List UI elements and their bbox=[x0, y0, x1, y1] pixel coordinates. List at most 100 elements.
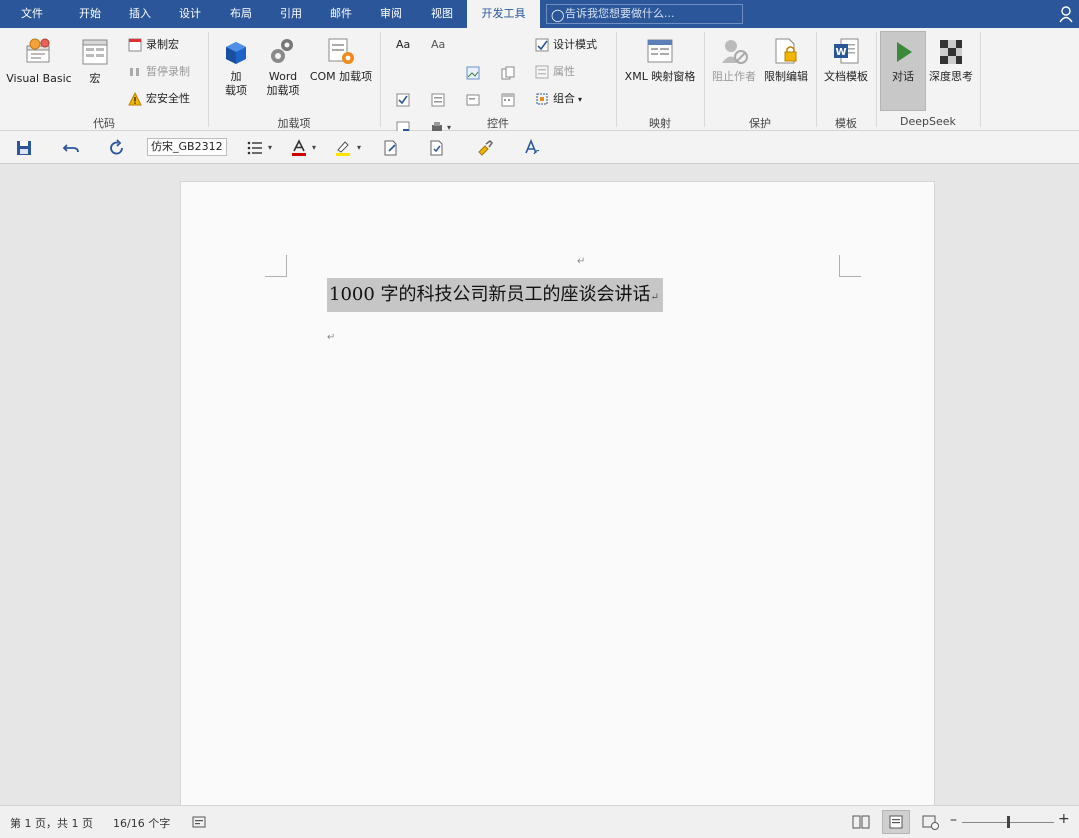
group-button[interactable]: 组合 ▾ bbox=[535, 90, 582, 108]
tell-me-placeholder: 告诉我您想要做什么... bbox=[565, 7, 675, 20]
tab-view[interactable]: 视图 bbox=[420, 0, 464, 28]
visual-basic-button[interactable]: Visual Basic bbox=[6, 36, 72, 86]
deepseek-dialog-button[interactable]: 对话 bbox=[880, 38, 926, 84]
proofing-icon[interactable] bbox=[192, 815, 206, 829]
svg-text:W: W bbox=[835, 47, 846, 58]
restrict-editing-button[interactable]: 限制编辑 bbox=[760, 36, 812, 84]
deep-think-button[interactable]: 深度思考 bbox=[928, 38, 974, 84]
design-mode-icon bbox=[535, 38, 549, 52]
tab-file[interactable]: 文件 bbox=[12, 0, 52, 28]
page-count[interactable]: 第 1 页，共 1 页 bbox=[10, 815, 93, 831]
zoom-out-button[interactable]: – bbox=[950, 812, 957, 828]
rich-text-icon: Aa bbox=[396, 38, 411, 51]
design-mode-button[interactable]: 设计模式 bbox=[535, 36, 597, 54]
building-block-icon[interactable] bbox=[501, 66, 515, 80]
word-count[interactable]: 16/16 个字 bbox=[113, 815, 170, 831]
checkbox-control-icon[interactable] bbox=[396, 93, 410, 107]
document-template-label: 文档模板 bbox=[824, 70, 868, 83]
group-separator bbox=[980, 32, 981, 127]
macros-button[interactable]: 宏 bbox=[78, 36, 112, 86]
print-layout-button[interactable] bbox=[882, 810, 910, 834]
document-template-button[interactable]: W 文档模板 bbox=[820, 36, 872, 84]
tab-insert[interactable]: 插入 bbox=[118, 0, 162, 28]
pause-recording-button[interactable]: 暂停录制 bbox=[128, 63, 190, 81]
record-macro-icon bbox=[128, 38, 142, 52]
text-effects-icon[interactable] bbox=[523, 139, 541, 157]
zoom-in-button[interactable]: + bbox=[1058, 811, 1070, 827]
com-addins-button[interactable]: COM 加载项 bbox=[306, 36, 376, 84]
tab-design[interactable]: 设计 bbox=[168, 0, 212, 28]
date-picker-icon[interactable] bbox=[501, 93, 515, 107]
plain-text-control[interactable]: Aa bbox=[431, 36, 445, 54]
check-document-icon[interactable] bbox=[428, 139, 446, 157]
format-painter-icon[interactable] bbox=[476, 139, 494, 157]
save-icon[interactable] bbox=[15, 139, 33, 157]
highlight-icon[interactable] bbox=[334, 139, 352, 157]
read-mode-icon[interactable] bbox=[852, 814, 870, 830]
margin-corner-top-right bbox=[839, 255, 861, 277]
block-authors-label: 阻止作者 bbox=[712, 70, 756, 83]
redo-icon[interactable] bbox=[108, 139, 126, 157]
font-name-box[interactable]: 仿宋_GB2312 bbox=[147, 138, 227, 156]
tab-review[interactable]: 审阅 bbox=[369, 0, 413, 28]
design-mode-label: 设计模式 bbox=[553, 38, 597, 51]
group-label-addins: 加载项 bbox=[277, 117, 311, 130]
com-addins-label: COM 加载项 bbox=[309, 70, 373, 83]
xml-mapping-label: XML 映射窗格 bbox=[624, 70, 696, 83]
block-authors-button[interactable]: 阻止作者 bbox=[708, 36, 760, 84]
block-authors-icon bbox=[722, 40, 748, 64]
undo-icon[interactable] bbox=[62, 139, 80, 157]
rich-text-control[interactable]: Aa bbox=[396, 36, 410, 54]
tab-home[interactable]: 开始 bbox=[68, 0, 112, 28]
record-macro-label: 录制宏 bbox=[146, 38, 179, 51]
gears-icon bbox=[271, 39, 293, 63]
group-separator bbox=[616, 32, 617, 127]
highlight-dropdown-arrow[interactable]: ▾ bbox=[357, 143, 361, 152]
zoom-slider-thumb[interactable] bbox=[1007, 816, 1010, 828]
macros-icon bbox=[82, 39, 108, 65]
properties-label: 属性 bbox=[553, 65, 575, 78]
addins-button[interactable]: 加 载项 bbox=[219, 40, 253, 98]
tab-mailings[interactable]: 邮件 bbox=[319, 0, 363, 28]
font-name-value: 仿宋_GB2312 bbox=[151, 140, 223, 153]
tab-developer[interactable]: 开发工具 bbox=[467, 0, 540, 28]
addins-label-line1: 加 bbox=[230, 70, 242, 83]
word-addins-button[interactable]: Word 加载项 bbox=[262, 36, 304, 98]
tab-layout[interactable]: 布局 bbox=[219, 0, 263, 28]
font-color-dropdown-arrow[interactable]: ▾ bbox=[312, 143, 316, 152]
com-addins-icon bbox=[328, 38, 354, 64]
pause-recording-label: 暂停录制 bbox=[146, 65, 190, 78]
record-macro-button[interactable]: 录制宏 bbox=[128, 36, 179, 54]
print-layout-icon bbox=[889, 815, 903, 829]
font-color-icon[interactable] bbox=[290, 139, 308, 157]
group-label-mapping: 映射 bbox=[649, 117, 671, 130]
visual-basic-label: Visual Basic bbox=[6, 72, 72, 85]
document-title-text[interactable]: 1000 字的科技公司新员工的座谈会讲话↵ bbox=[327, 278, 663, 312]
drop-down-list-icon[interactable] bbox=[466, 93, 480, 107]
play-icon bbox=[897, 42, 912, 62]
lightbulb-icon: ◯ bbox=[551, 8, 565, 22]
macro-security-button[interactable]: 宏安全性 bbox=[128, 90, 190, 108]
picture-control-icon[interactable] bbox=[466, 66, 480, 80]
word-addins-label-line2: 加载项 bbox=[266, 84, 300, 97]
properties-button[interactable]: 属性 bbox=[535, 63, 575, 81]
tell-me-search[interactable]: ◯ 告诉我您想要做什么... bbox=[546, 4, 743, 24]
group-label-code: 代码 bbox=[93, 117, 115, 130]
user-icon[interactable] bbox=[1059, 5, 1073, 23]
document-page[interactable]: ↵ 1000 字的科技公司新员工的座谈会讲话↵ ↵ bbox=[180, 181, 935, 811]
bullet-list-icon[interactable] bbox=[246, 139, 264, 157]
margin-corner-top-left bbox=[265, 255, 287, 277]
document-area: ↵ 1000 字的科技公司新员工的座谈会讲话↵ ↵ bbox=[0, 165, 1079, 811]
bullet-list-dropdown-arrow[interactable]: ▾ bbox=[268, 143, 272, 152]
xml-mapping-pane-button[interactable]: XML 映射窗格 bbox=[620, 36, 700, 84]
web-layout-icon[interactable] bbox=[922, 814, 940, 830]
edit-document-icon[interactable] bbox=[382, 139, 400, 157]
pause-icon bbox=[130, 68, 139, 76]
macros-label: 宏 bbox=[89, 72, 101, 85]
group-label-controls: 控件 bbox=[487, 117, 509, 130]
tab-references[interactable]: 引用 bbox=[269, 0, 313, 28]
group-label: 组合 bbox=[553, 92, 575, 105]
group-label-templates: 模板 bbox=[835, 117, 857, 130]
plain-text-icon: Aa bbox=[431, 38, 446, 51]
combo-box-icon[interactable] bbox=[431, 93, 445, 107]
